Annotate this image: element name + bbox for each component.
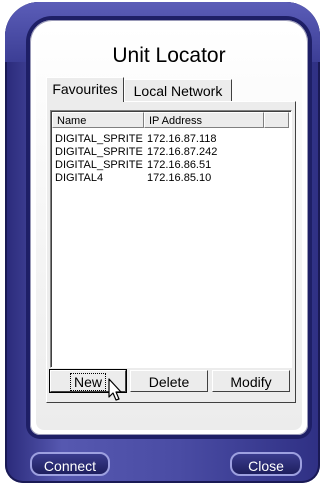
list-item[interactable]: DIGITAL4 172.16.85.10	[55, 172, 285, 185]
list-item[interactable]: DIGITAL_SPRITE 172.16.87.118	[55, 133, 285, 146]
modify-button[interactable]: Modify	[212, 370, 290, 392]
list-item[interactable]: DIGITAL_SPRITE 172.16.86.51	[55, 159, 285, 172]
tab-favourites[interactable]: Favourites	[46, 77, 124, 102]
close-button[interactable]: Close	[230, 452, 302, 476]
list-item-name: DIGITAL_SPRITE	[55, 159, 143, 171]
column-header-ip-address[interactable]: IP Address	[144, 112, 264, 128]
list-item-ip: 172.16.85.10	[147, 172, 212, 184]
new-button-label: New	[69, 373, 107, 391]
list-item-name: DIGITAL_SPRITE	[55, 133, 143, 145]
arrow-cursor-icon	[108, 378, 122, 401]
delete-button[interactable]: Delete	[130, 370, 208, 392]
list-item[interactable]: DIGITAL_SPRITE 172.16.87.242	[55, 146, 285, 159]
list-item-name: DIGITAL_SPRITE	[55, 146, 143, 158]
list-item-ip: 172.16.86.51	[147, 159, 212, 171]
connect-button[interactable]: Connect	[30, 452, 110, 476]
column-header-filler	[264, 112, 289, 128]
list-item-name: DIGITAL4	[55, 172, 104, 184]
tab-local-network[interactable]: Local Network	[124, 79, 232, 102]
column-header-name[interactable]: Name	[52, 112, 144, 128]
list-item-ip: 172.16.87.118	[147, 133, 217, 145]
favourites-list[interactable]: Name IP Address DIGITAL_SPRITE 172.16.87…	[50, 110, 292, 368]
list-item-ip: 172.16.87.242	[147, 146, 218, 158]
window-title: Unit Locator	[112, 44, 226, 67]
